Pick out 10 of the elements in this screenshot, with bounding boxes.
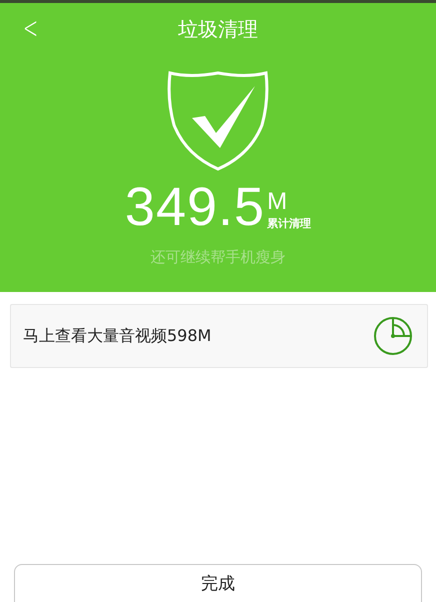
page-title: 垃圾清理 <box>178 16 258 42</box>
suggestion-card[interactable]: 马上查看大量音视频598M <box>10 304 428 368</box>
subtitle: 还可继续帮手机瘦身 <box>150 248 286 267</box>
pie-chart-icon <box>373 316 413 356</box>
done-button[interactable]: 完成 <box>14 564 422 602</box>
amount-unit: M <box>267 190 288 214</box>
suggestion-text: 马上查看大量音视频598M <box>23 326 212 346</box>
cleaned-amount: 349.5 <box>124 180 266 234</box>
shield-check-icon <box>166 70 270 172</box>
amount-label: 累计清理 <box>267 216 312 230</box>
